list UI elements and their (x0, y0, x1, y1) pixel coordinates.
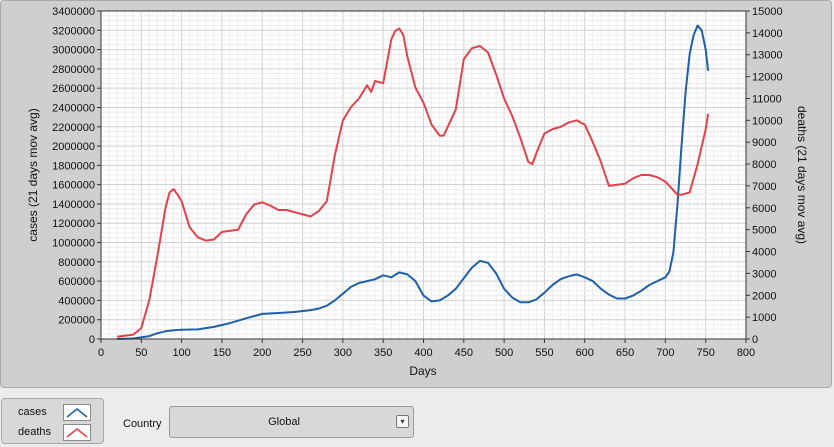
legend-item-cases: cases (2, 403, 103, 423)
country-label: Country (123, 418, 162, 430)
y-right-tick-label: 9000 (752, 137, 776, 149)
y-right-tick-label: 10000 (752, 115, 783, 127)
y-left-tick-label: 800000 (58, 257, 95, 269)
x-tick-label: 150 (213, 347, 231, 359)
line-chart: 0 50 100 150 200 250 300 350 400 450 500 550 600 650 7… (26, 6, 809, 378)
x-tick-label: 100 (172, 347, 190, 359)
legend: cases deaths (1, 398, 104, 444)
y-left-tick-label: 2600000 (52, 83, 95, 95)
y-right-tick-label: 11000 (752, 93, 782, 105)
y-left-tick-label: 2800000 (52, 64, 95, 76)
chart-panel: 0 50 100 150 200 250 300 350 400 450 500 550 600 650 7… (0, 0, 832, 388)
x-tick-label: 500 (495, 347, 513, 359)
x-tick-label: 450 (455, 347, 473, 359)
y-left-tick-label: 0 (89, 334, 95, 346)
y-left-tick-label: 400000 (58, 295, 95, 307)
x-tick-label: 600 (576, 347, 594, 359)
legend-label-cases: cases (18, 406, 47, 418)
y-right-tick-label: 6000 (752, 203, 776, 215)
country-selected-value: Global (268, 416, 300, 428)
x-tick-label: 300 (334, 347, 352, 359)
legend-item-deaths: deaths (2, 423, 103, 443)
y-axis-right-title: deaths (21 days mov avg) (795, 106, 809, 244)
country-dropdown[interactable]: Global ▾ (169, 406, 414, 438)
y-right-tick-label: 1000 (752, 312, 776, 324)
y-right-tick-label: 12000 (752, 72, 783, 84)
y-right-tick-label: 3000 (752, 268, 776, 280)
y-right-tick-label: 4000 (752, 247, 776, 259)
y-axis-left-title: cases (21 days mov avg) (26, 108, 40, 241)
y-right-tick-label: 0 (752, 334, 758, 346)
y-left-tick-label: 1600000 (52, 180, 95, 192)
x-tick-label: 800 (737, 347, 755, 359)
y-left-tick-label: 3200000 (52, 25, 95, 37)
y-left-tick-label: 2400000 (52, 102, 95, 114)
x-tick-label: 750 (697, 347, 715, 359)
x-tick-label: 200 (253, 347, 271, 359)
y-right-tick-label: 7000 (752, 181, 776, 193)
y-right-tick-label: 8000 (752, 159, 776, 171)
x-tick-label: 250 (293, 347, 311, 359)
y-left-tick-label: 1400000 (52, 199, 95, 211)
x-tick-label: 650 (616, 347, 634, 359)
y-right-tick-label: 15000 (752, 6, 783, 18)
y-right-tick-label: 5000 (752, 225, 776, 237)
y-left-tick-label: 2200000 (52, 122, 95, 134)
x-tick-label: 0 (98, 347, 104, 359)
y-right-tick-label: 2000 (752, 290, 776, 302)
y-left-tick-label: 1800000 (52, 160, 95, 172)
y-left-tick-label: 1200000 (52, 218, 95, 230)
x-tick-label: 400 (414, 347, 432, 359)
x-axis-title: Days (409, 364, 436, 378)
y-right-tick-label: 13000 (752, 50, 783, 62)
y-left-tick-label: 3000000 (52, 45, 95, 57)
y-right-tick-label: 14000 (752, 28, 783, 40)
chevron-down-icon[interactable]: ▾ (396, 415, 409, 428)
x-tick-label: 700 (656, 347, 674, 359)
y-left-tick-label: 2000000 (52, 141, 95, 153)
x-tick-label: 50 (135, 347, 147, 359)
y-left-tick-label: 3400000 (52, 6, 95, 18)
cases-line-icon (63, 404, 91, 421)
legend-label-deaths: deaths (18, 426, 52, 438)
y-left-tick-label: 200000 (58, 315, 95, 327)
deaths-line-icon (63, 424, 91, 441)
y-left-tick-label: 1000000 (52, 238, 95, 250)
x-tick-label: 550 (535, 347, 553, 359)
y-left-tick-label: 600000 (58, 276, 95, 288)
x-tick-label: 350 (374, 347, 392, 359)
